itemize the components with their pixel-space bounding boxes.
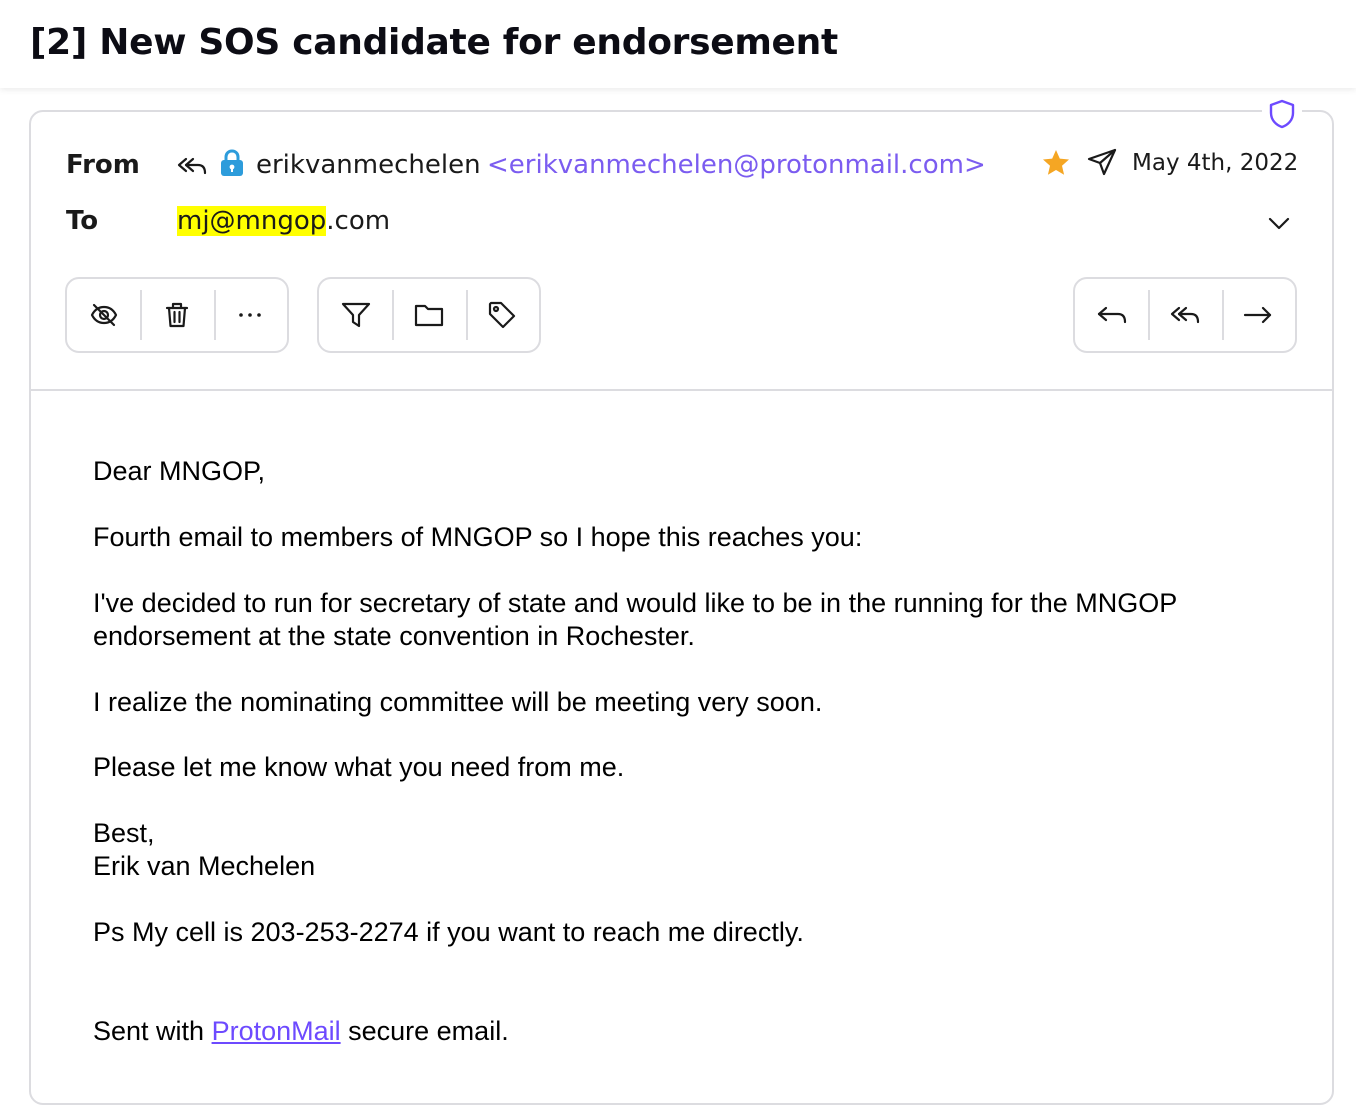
toolbar-group-organize <box>317 277 541 353</box>
folder-icon <box>414 304 444 327</box>
email-subject: [2] New SOS candidate for endorsement <box>30 22 838 63</box>
eye-slash-icon <box>90 303 117 327</box>
more-icon <box>239 313 262 317</box>
more-button[interactable] <box>213 279 287 351</box>
star-icon[interactable] <box>1040 147 1072 179</box>
body-paragraph: Fourth email to members of MNGOP so I ho… <box>93 522 863 552</box>
paper-plane-icon <box>1086 146 1118 178</box>
postscript: Ps My cell is 203-253-2274 if you want t… <box>93 917 804 947</box>
toolbar-group-actions <box>65 277 289 353</box>
delete-button[interactable] <box>140 279 213 351</box>
filter-button[interactable] <box>319 279 392 351</box>
reply-all-icon <box>176 152 208 180</box>
reply-icon <box>1097 306 1126 324</box>
footer-suffix: secure email. <box>340 1016 509 1046</box>
sender-name[interactable]: erikvanmechelen <box>256 150 481 180</box>
mark-unread-button[interactable] <box>67 279 140 351</box>
trash-icon <box>165 302 189 328</box>
recipient[interactable]: mj@mngop.com <box>177 206 390 236</box>
recipient-domain: .com <box>326 206 391 236</box>
shield-icon[interactable] <box>1262 96 1302 132</box>
toolbar-group-reply <box>1073 277 1297 353</box>
lock-icon[interactable] <box>219 148 245 178</box>
signoff: Best, <box>93 818 155 848</box>
protonmail-link[interactable]: ProtonMail <box>212 1016 341 1046</box>
to-label: To <box>66 206 99 236</box>
header-divider <box>31 389 1332 391</box>
message-date: May 4th, 2022 <box>1132 150 1299 176</box>
chevron-down-icon[interactable] <box>1264 208 1294 238</box>
subject-bar: [2] New SOS candidate for endorsement <box>0 0 1356 88</box>
reply-button[interactable] <box>1075 279 1148 351</box>
email-footer: Sent with ProtonMail secure email. <box>93 1015 509 1048</box>
body-paragraph: Please let me know what you need from me… <box>93 752 625 782</box>
sender-address[interactable]: <erikvanmechelen@protonmail.com> <box>487 150 986 180</box>
body-paragraph: I've decided to run for secretary of sta… <box>93 588 1178 618</box>
tag-icon <box>489 301 516 329</box>
reply-all-button[interactable] <box>1148 279 1221 351</box>
recipient-highlighted: mj@mngop <box>177 206 327 236</box>
filter-icon <box>341 302 370 328</box>
reply-all-icon <box>1170 306 1200 324</box>
body-paragraph: I realize the nominating committee will … <box>93 687 823 717</box>
greeting: Dear MNGOP, <box>93 456 266 486</box>
move-to-folder-button[interactable] <box>392 279 465 351</box>
forward-button[interactable] <box>1221 279 1295 351</box>
signature: Erik van Mechelen <box>93 851 316 881</box>
label-button[interactable] <box>465 279 539 351</box>
from-label: From <box>66 150 140 180</box>
footer-prefix: Sent with <box>93 1016 212 1046</box>
body-paragraph: endorsement at the state convention in R… <box>93 621 695 651</box>
forward-icon <box>1244 306 1272 324</box>
